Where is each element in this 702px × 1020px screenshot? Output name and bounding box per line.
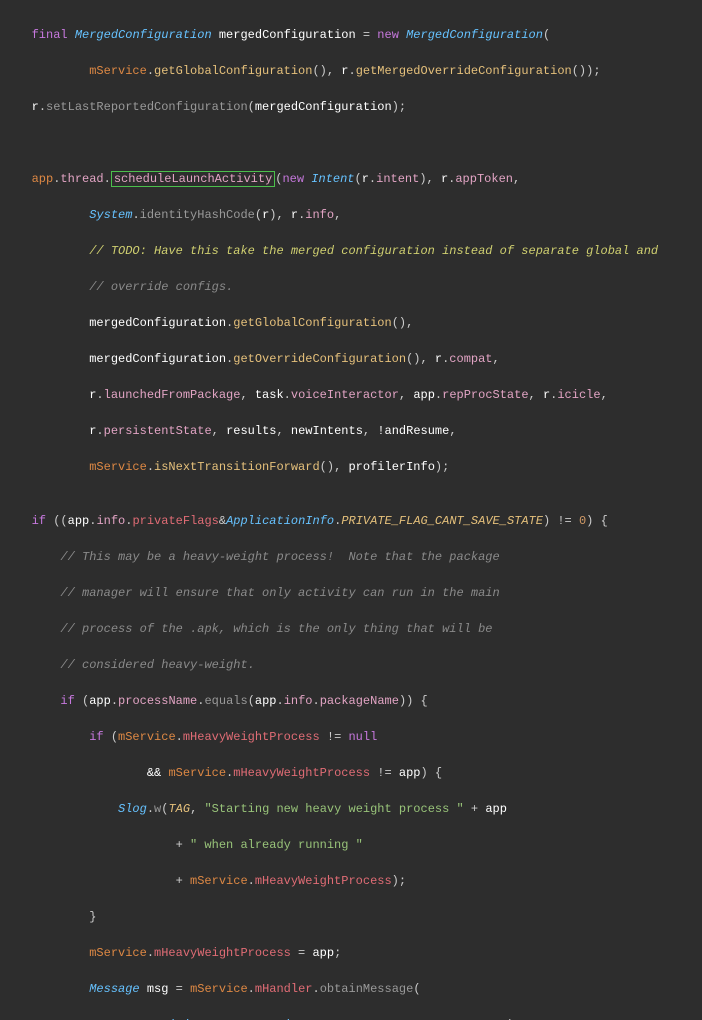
code-line: mergedConfiguration.getOverrideConfigura…	[10, 350, 692, 368]
code-line: }	[10, 908, 692, 926]
code-line: if (mService.mHeavyWeightProcess != null	[10, 728, 692, 746]
code-line: mService.mHeavyWeightProcess = app;	[10, 944, 692, 962]
code-line: System.identityHashCode(r), r.info,	[10, 206, 692, 224]
code-line: mService.isNextTransitionForward(), prof…	[10, 458, 692, 476]
code-editor: final MergedConfiguration mergedConfigur…	[0, 0, 702, 1020]
code-line: && mService.mHeavyWeightProcess != app) …	[10, 764, 692, 782]
code-line: ActivityManagerService.POST_HEAVY_NOTIFI…	[10, 1016, 692, 1020]
code-line: mService.getGlobalConfiguration(), r.get…	[10, 62, 692, 80]
code-line: // manager will ensure that only activit…	[10, 584, 692, 602]
code-line: // This may be a heavy-weight process! N…	[10, 548, 692, 566]
code-line: r.setLastReportedConfiguration(mergedCon…	[10, 98, 692, 116]
code-line: r.persistentState, results, newIntents, …	[10, 422, 692, 440]
code-line: if (app.processName.equals(app.info.pack…	[10, 692, 692, 710]
code-line: + mService.mHeavyWeightProcess);	[10, 872, 692, 890]
code-line: if ((app.info.privateFlags&ApplicationIn…	[10, 512, 692, 530]
code-line: r.launchedFromPackage, task.voiceInterac…	[10, 386, 692, 404]
boxed-method: scheduleLaunchActivity	[111, 171, 275, 187]
code-line-highlighted: app.thread.scheduleLaunchActivity(new In…	[10, 170, 692, 188]
code-line: // TODO: Have this take the merged confi…	[10, 242, 692, 260]
code-line: Message msg = mService.mHandler.obtainMe…	[10, 980, 692, 998]
code-line: + " when already running "	[10, 836, 692, 854]
code-line: Slog.w(TAG, "Starting new heavy weight p…	[10, 800, 692, 818]
code-line: // process of the .apk, which is the onl…	[10, 620, 692, 638]
code-line: final MergedConfiguration mergedConfigur…	[10, 26, 692, 44]
code-line: // considered heavy-weight.	[10, 656, 692, 674]
code-line: mergedConfiguration.getGlobalConfigurati…	[10, 314, 692, 332]
code-line: // override configs.	[10, 278, 692, 296]
